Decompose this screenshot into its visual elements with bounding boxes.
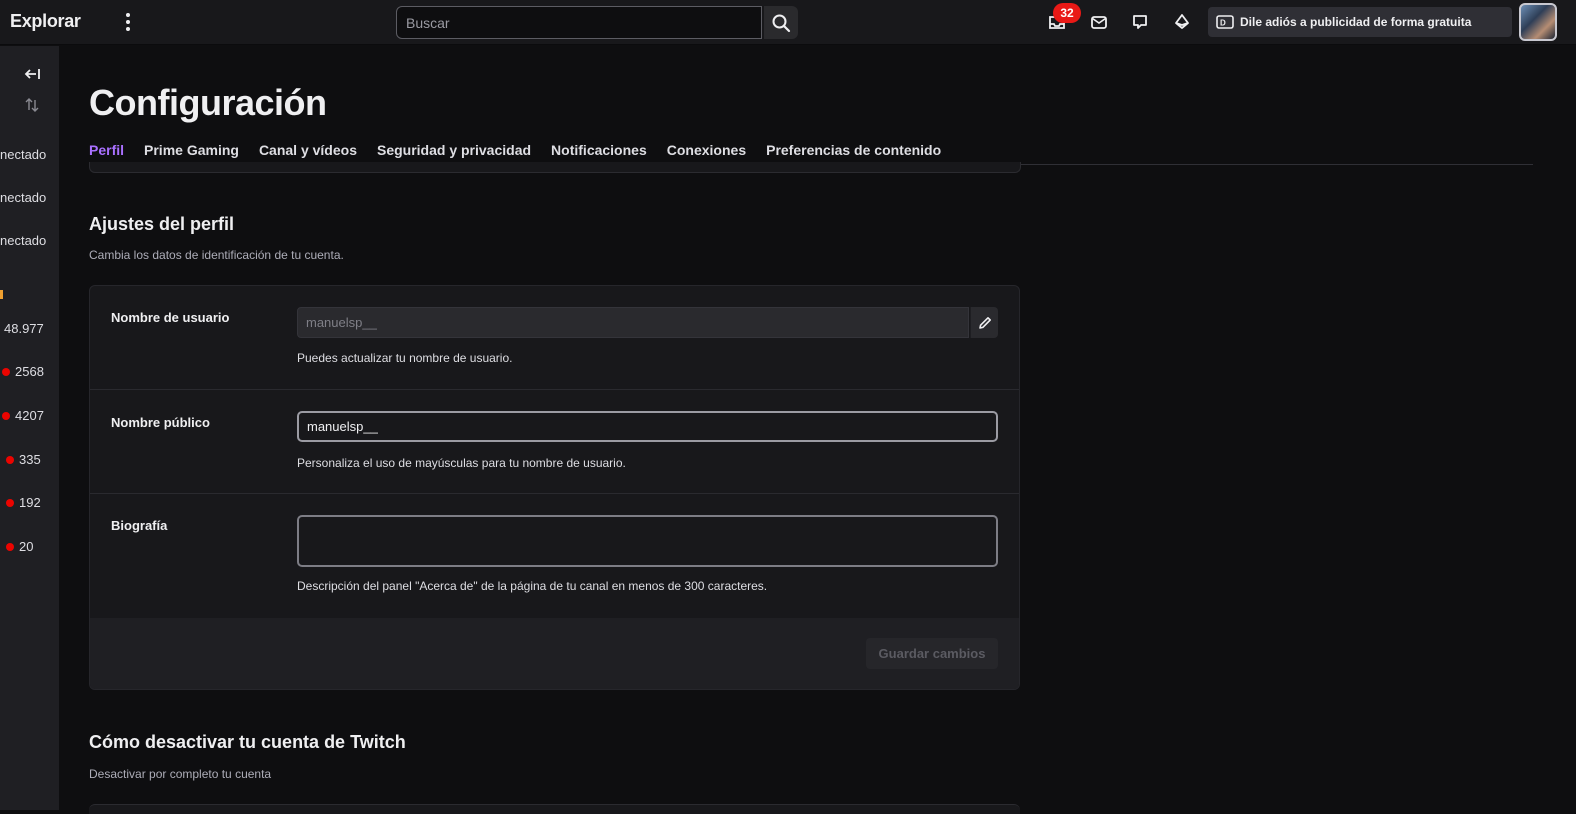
turbo-ad-free-button[interactable]: D Dile adiós a publicidad de forma gratu… (1208, 7, 1512, 37)
settings-main-content: Configuración Perfil Prime Gaming Canal … (60, 46, 1576, 814)
profile-settings-subtitle: Cambia los datos de identificación de tu… (89, 248, 344, 262)
svg-text:D: D (1220, 19, 1226, 28)
collapse-sidebar-icon[interactable] (24, 66, 42, 87)
sidebar-status-offline[interactable]: nectado (0, 147, 46, 162)
sidebar-channel-viewers[interactable]: 192 (6, 495, 41, 510)
bio-label: Biografía (111, 518, 168, 533)
search-input[interactable] (396, 6, 762, 39)
bio-row: Biografía Descripción del panel "Acerca … (90, 494, 1019, 618)
followed-channels-sidebar: nectado nectado nectado 48.977 2568 4207… (0, 46, 59, 810)
viewer-count: 48.977 (4, 321, 44, 336)
display-name-label: Nombre público (111, 415, 210, 430)
display-name-input[interactable] (297, 411, 998, 442)
recommended-marker (0, 290, 3, 299)
sidebar-channel-viewers[interactable]: 20 (6, 539, 33, 554)
user-avatar[interactable] (1519, 3, 1557, 41)
bits-button[interactable] (1171, 11, 1193, 33)
viewer-count: 20 (19, 539, 34, 554)
display-name-hint: Personaliza el uso de mayúsculas para tu… (297, 456, 626, 470)
messages-button[interactable] (1088, 11, 1110, 33)
live-dot-icon (2, 367, 10, 376)
username-row: Nombre de usuario Puedes actualizar tu n… (90, 286, 1019, 390)
previous-panel-edge (89, 162, 1021, 173)
turbo-ad-free-label: Dile adiós a publicidad de forma gratuit… (1240, 15, 1472, 29)
ad-icon: D (1216, 15, 1234, 29)
viewer-count: 2568 (15, 364, 44, 379)
top-navigation-bar: Explorar 32 D (0, 0, 1576, 45)
username-field (297, 307, 969, 338)
browse-link[interactable]: Explorar (10, 11, 81, 32)
mail-icon (1091, 16, 1107, 29)
sidebar-channel-viewers[interactable]: 4207 (2, 408, 44, 423)
viewer-count: 4207 (15, 408, 44, 423)
deactivate-panel-edge (89, 804, 1020, 814)
panel-footer: Guardar cambios (90, 618, 1019, 689)
bio-hint: Descripción del panel "Acerca de" de la … (297, 579, 768, 593)
live-dot-icon (6, 498, 14, 507)
display-name-row: Nombre público Personaliza el uso de may… (90, 390, 1019, 494)
search-bar (396, 6, 798, 39)
chat-bubble-icon (1133, 15, 1147, 29)
deactivate-account-subtitle: Desactivar por completo tu cuenta (89, 767, 272, 781)
viewer-count: 335 (19, 452, 41, 467)
bio-textarea[interactable] (297, 515, 998, 567)
search-button[interactable] (764, 6, 798, 39)
sidebar-channel-viewers[interactable]: 2568 (2, 364, 44, 379)
whispers-button[interactable] (1129, 11, 1151, 33)
sidebar-status-offline[interactable]: nectado (0, 190, 46, 205)
sidebar-status-offline[interactable]: nectado (0, 233, 46, 248)
sort-arrows-icon[interactable] (24, 96, 40, 119)
sidebar-channel-viewers[interactable]: 48.977 (4, 321, 44, 336)
page-title: Configuración (89, 82, 327, 123)
profile-settings-title: Ajustes del perfil (89, 214, 235, 234)
username-hint: Puedes actualizar tu nombre de usuario. (297, 351, 513, 365)
search-icon (772, 14, 791, 32)
notifications-count-badge: 32 (1053, 3, 1081, 23)
profile-settings-panel: Nombre de usuario Puedes actualizar tu n… (89, 285, 1020, 690)
bits-gem-icon (1175, 14, 1189, 29)
live-dot-icon (6, 455, 14, 464)
pencil-icon (978, 316, 991, 329)
deactivate-account-title: Cómo desactivar tu cuenta de Twitch (89, 732, 406, 752)
live-dot-icon (2, 411, 10, 420)
viewer-count: 192 (19, 495, 41, 510)
save-changes-button[interactable]: Guardar cambios (866, 638, 998, 669)
username-label: Nombre de usuario (111, 310, 230, 325)
sidebar-channel-viewers[interactable]: 335 (6, 452, 41, 467)
live-dot-icon (6, 542, 14, 551)
more-options-icon[interactable] (121, 11, 135, 33)
edit-username-button[interactable] (970, 307, 998, 338)
